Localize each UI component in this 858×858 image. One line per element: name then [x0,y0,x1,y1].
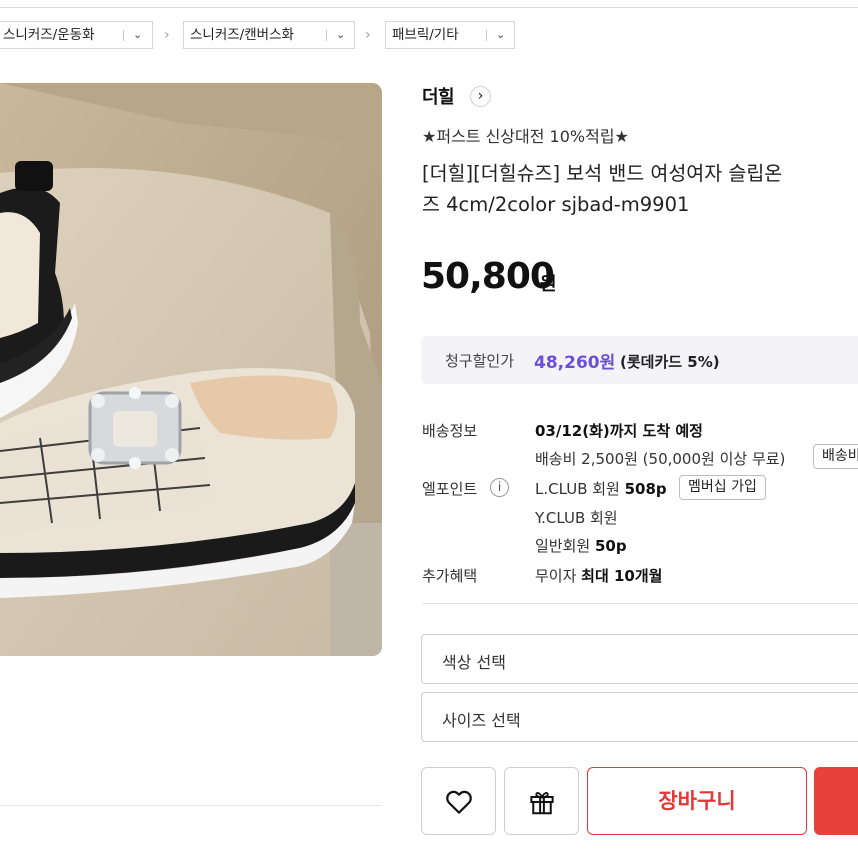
category-label: 패브릭/기타 [392,27,459,43]
general-points-value: 50p [594,537,627,555]
color-select-placeholder: 색상 선택 [442,653,506,672]
benefit-text: 무이자 최대 10개월 [535,565,662,586]
promo-text: ★퍼스트 신상대전 10%적립★ [422,127,629,146]
size-select-placeholder: 사이즈 선택 [442,711,521,730]
product-title: [더힐][더힐슈즈] 보석 밴드 여성여자 슬립온 즈 4cm/2color s… [422,158,858,220]
chevron-down-icon: ⌄ [336,28,346,41]
card-discount-box: 청구할인가 48,260원 (롯데카드 5%) [421,336,858,384]
divider [0,805,382,806]
price-unit: 원 [540,274,557,295]
color-select[interactable]: 색상 선택 [421,634,858,684]
divider [123,30,124,41]
membership-join-button[interactable]: 멤버십 가입 [679,475,766,500]
chevron-right-icon: › [164,27,170,43]
gift-icon [530,792,554,815]
category-label: 스니커즈/캔버스화 [190,27,294,43]
top-divider [0,7,858,8]
divider [326,30,327,41]
gift-button[interactable] [504,767,579,835]
chevron-right-icon: › [365,27,371,43]
buy-now-button[interactable] [814,767,858,835]
product-title-line: 즈 4cm/2color sjbad-m9901 [422,193,690,216]
discount-card: (롯데카드 5%) [620,353,720,371]
general-label: 일반회원 [535,537,595,555]
divider [486,30,487,41]
benefit-label: 추가혜택 [422,567,478,585]
category-label: 스니커즈/운동화 [3,27,95,43]
shoe-photo-illustration [0,83,382,656]
category-select-2[interactable]: 스니커즈/캔버스화 ⌄ [183,21,355,49]
chevron-right-icon[interactable]: › [470,86,491,107]
info-icon[interactable]: i [490,478,509,497]
lclub-points: L.CLUB 회원 508p [535,478,667,499]
add-to-cart-button[interactable]: 장바구니 [587,767,807,835]
lclub-points-value: 508p [624,480,667,498]
arrival-date: 03/12(화)까지 도착 예정 [535,422,703,440]
category-select-3[interactable]: 패브릭/기타 ⌄ [385,21,515,49]
general-points: 일반회원 50p [535,535,627,556]
chevron-down-icon: ⌄ [496,28,506,41]
yclub-label: Y.CLUB 회원 [535,509,618,527]
shipping-label: 배송정보 [422,422,478,440]
discount-amount: 48,260원 [534,353,616,373]
size-select[interactable]: 사이즈 선택 [421,692,858,742]
benefit-installment: 최대 10개월 [581,567,663,585]
benefit-prefix: 무이자 [535,567,582,585]
lclub-label: L.CLUB 회원 [535,480,625,498]
heart-icon [446,790,472,814]
shipping-fee: 배송비 2,500원 (50,000원 이상 무료) [535,450,786,468]
product-image[interactable] [0,83,382,656]
divider [422,603,858,604]
shipping-fee-button[interactable]: 배송비 [813,444,858,469]
discount-label: 청구할인가 [445,352,515,370]
category-select-1[interactable]: 스니커즈/운동화 ⌄ [0,21,153,49]
wishlist-button[interactable] [421,767,496,835]
product-price: 50,800 [421,256,555,297]
chevron-down-icon: ⌄ [133,28,143,41]
product-title-line: [더힐][더힐슈즈] 보석 밴드 여성여자 슬립온 [422,162,783,185]
brand-name[interactable]: 더힐 [422,83,455,109]
points-label: 엘포인트 [422,480,478,498]
